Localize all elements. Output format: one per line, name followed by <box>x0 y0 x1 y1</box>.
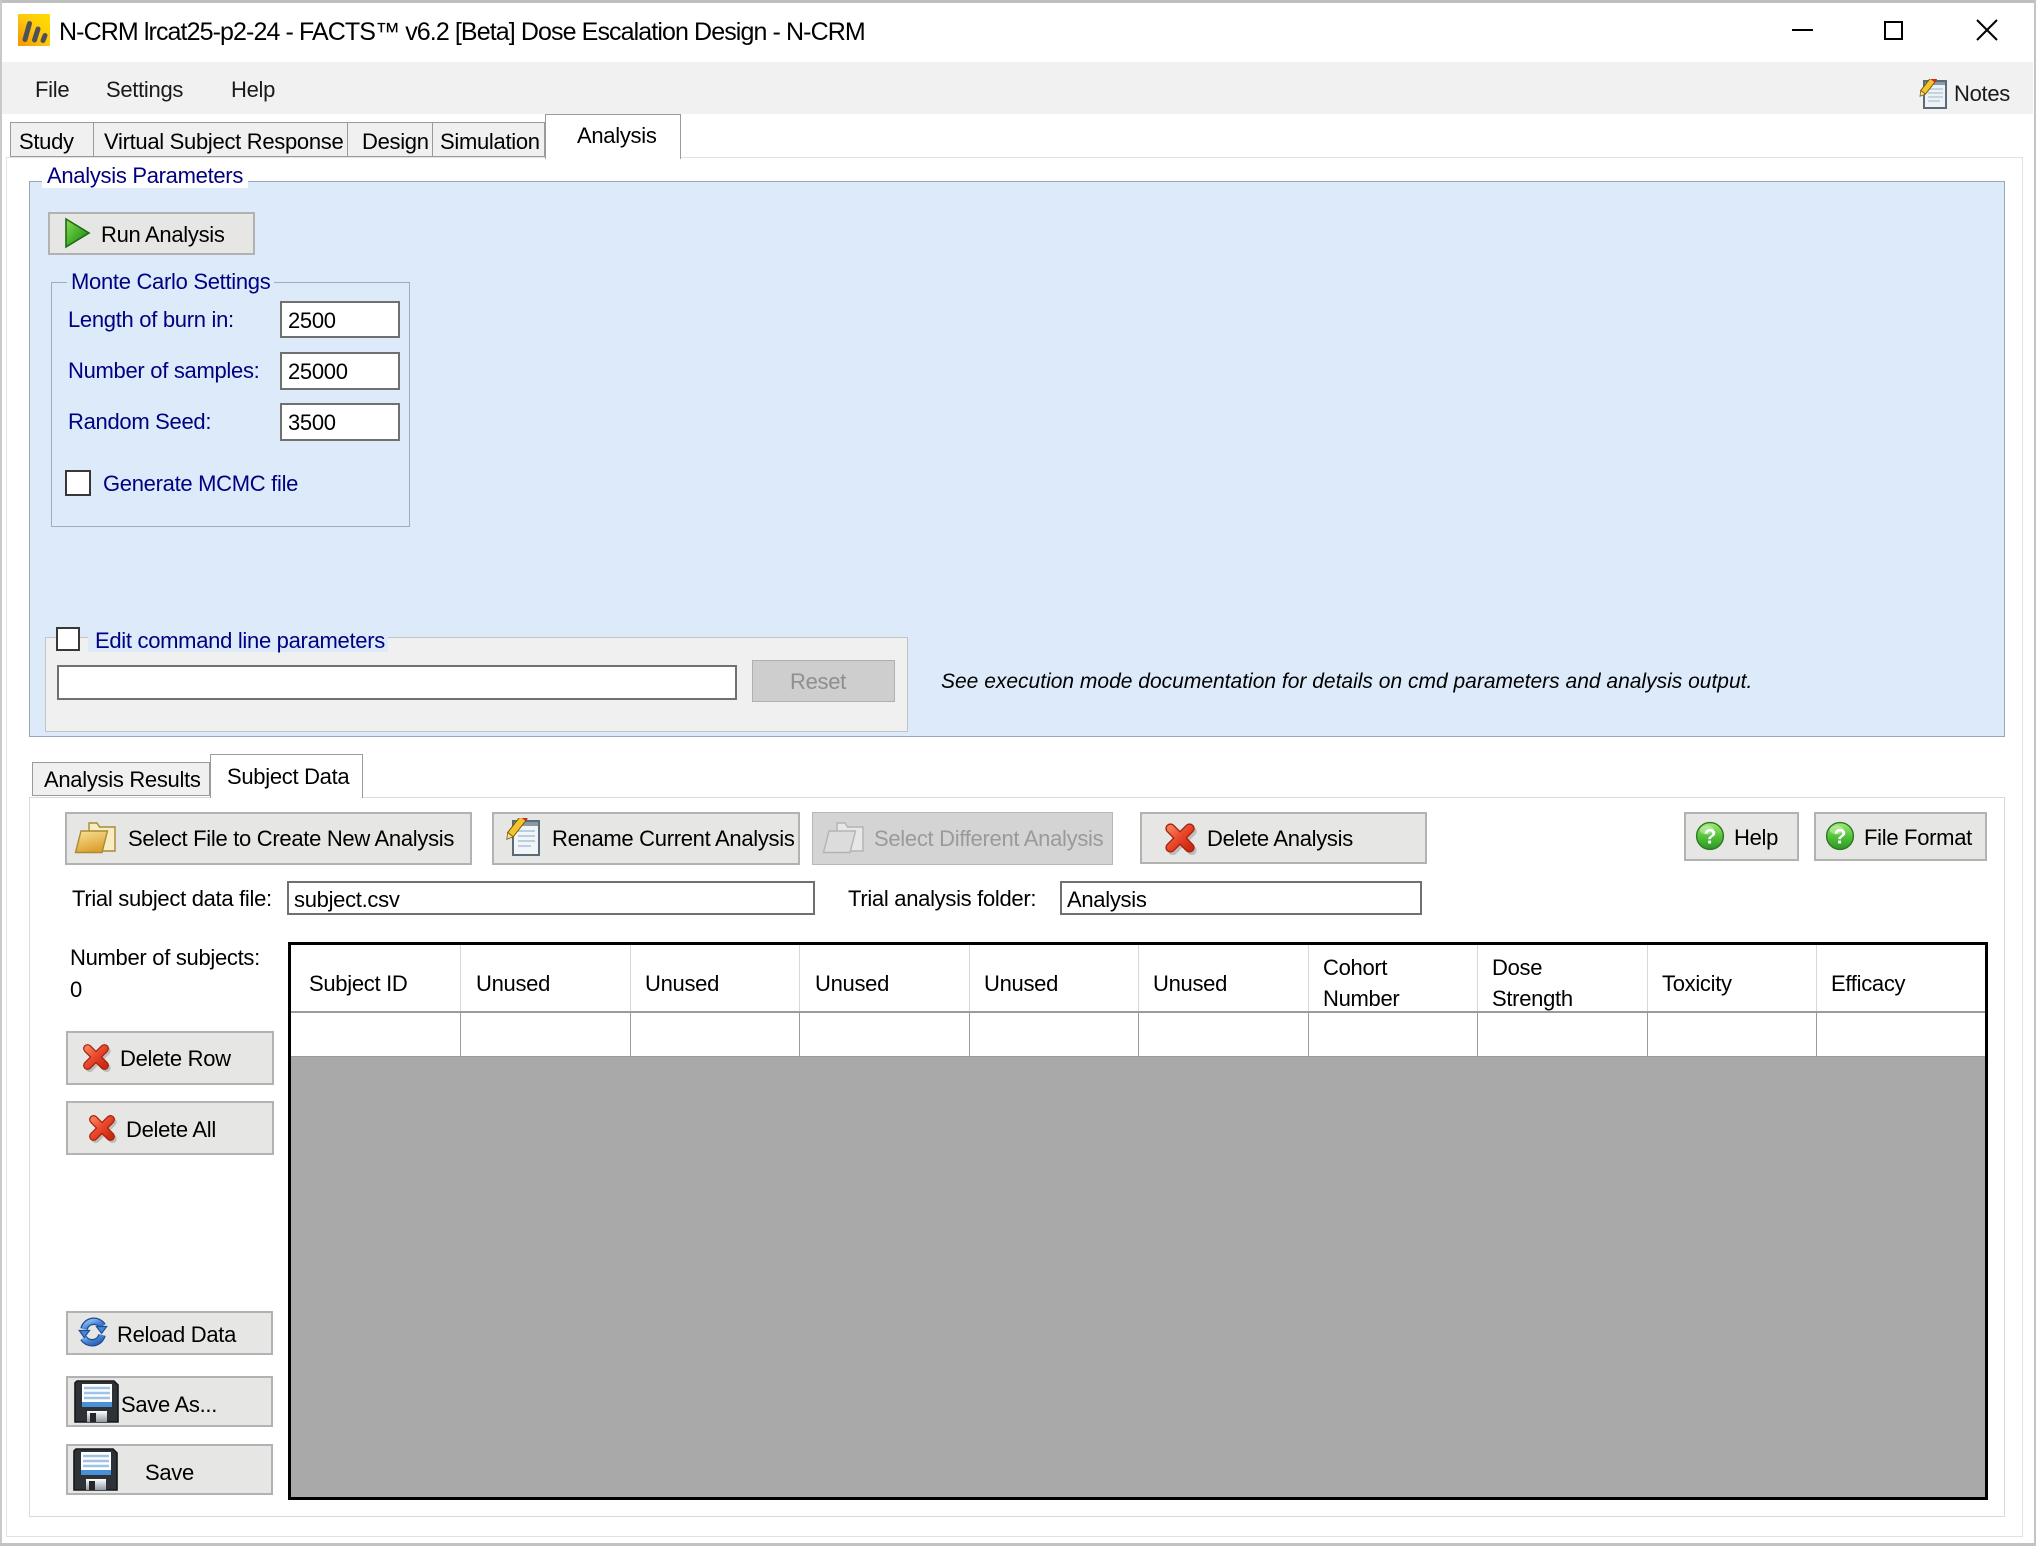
svg-text:?: ? <box>1704 826 1717 849</box>
svg-text:?: ? <box>1834 826 1847 849</box>
